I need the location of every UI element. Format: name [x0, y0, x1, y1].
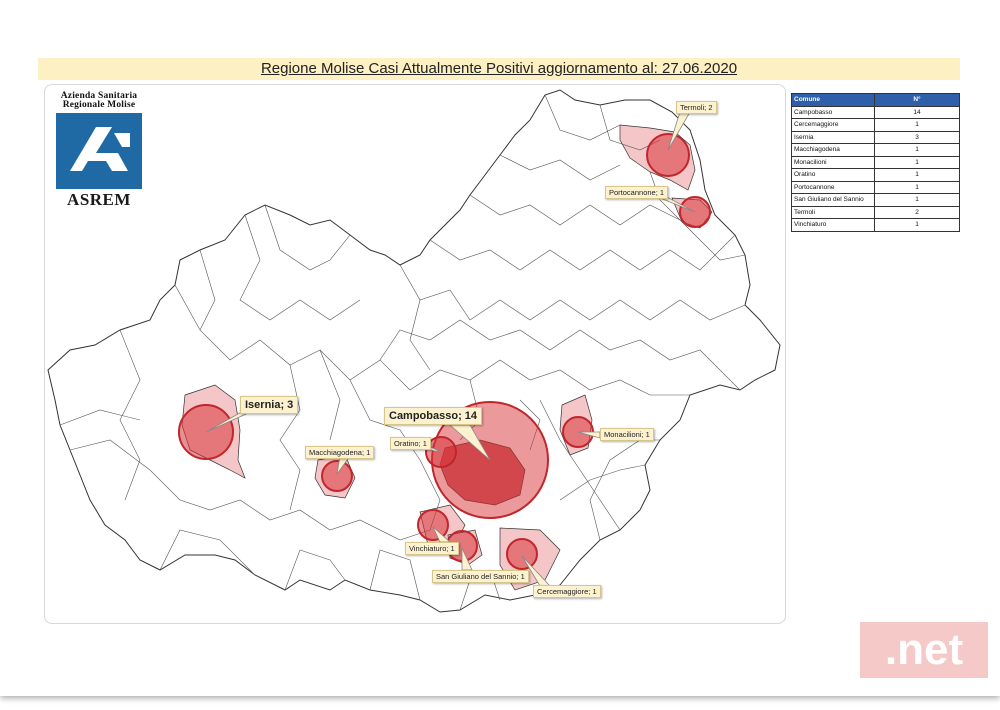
cell-n: 3	[874, 130, 960, 144]
callout-isernia: Isernia; 3	[240, 396, 299, 414]
table-row: Macchiagodena 1	[791, 143, 960, 157]
table-row: Vinchiaturo 1	[791, 218, 960, 232]
callout-termoli: Termoli; 2	[676, 101, 717, 114]
cases-table: Comune N° Campobasso 14 Cercemaggiore 1 Is…	[791, 93, 960, 232]
cell-comune: Termoli	[791, 205, 875, 219]
table-row: Termoli 2	[791, 205, 960, 219]
watermark: .net	[860, 622, 988, 678]
cell-comune: Monacilioni	[791, 155, 875, 169]
cell-n: 1	[874, 180, 960, 194]
header-comune: Comune	[791, 93, 875, 107]
table-row: Cercemaggiore 1	[791, 118, 960, 132]
cell-n: 1	[874, 168, 960, 182]
cell-n: 1	[874, 218, 960, 232]
logo-emblem	[56, 113, 142, 189]
bubble-termoli	[646, 133, 690, 177]
callout-oratino: Oratino; 1	[390, 437, 431, 450]
asrem-emblem-icon	[70, 127, 130, 171]
callout-campobasso: Campobasso; 14	[384, 407, 483, 425]
cell-n: 2	[874, 205, 960, 219]
cell-n: 1	[874, 193, 960, 207]
logo-acronym: ASREM	[67, 190, 131, 209]
cell-n: 1	[874, 118, 960, 132]
bubble-cercemaggiore	[506, 538, 538, 570]
table-row: Monacilioni 1	[791, 155, 960, 169]
table-header-row: Comune N°	[791, 93, 960, 107]
callout-san-giuliano: San Giuliano del Sannio; 1	[432, 570, 529, 583]
table-row: Oratino 1	[791, 168, 960, 182]
callout-cercemaggiore: Cercemaggiore; 1	[533, 585, 601, 598]
cell-n: 14	[874, 105, 960, 119]
asrem-logo: Azienda Sanitaria Regionale Molise ASREM	[54, 91, 144, 209]
bubble-vinchiaturo	[417, 509, 449, 541]
cell-comune: Portocannone	[791, 180, 875, 194]
cell-n: 1	[874, 143, 960, 157]
cell-comune: Oratino	[791, 168, 875, 182]
logo-line-2: Regionale Molise	[62, 100, 136, 110]
callout-portocannone: Portocannone; 1	[605, 186, 669, 199]
header-n: N°	[874, 93, 960, 107]
callout-monacilioni: Monacilioni; 1	[600, 428, 654, 441]
cell-comune: Isernia	[791, 130, 875, 144]
callout-vinchiaturo: Vinchiaturo; 1	[405, 542, 459, 555]
cell-comune: Cercemaggiore	[791, 118, 875, 132]
table-row: Portocannone 1	[791, 180, 960, 194]
table-row: San Giuliano del Sannio 1	[791, 193, 960, 207]
table-row: Campobasso 14	[791, 105, 960, 119]
cell-n: 1	[874, 155, 960, 169]
bubble-macchiagodena	[321, 460, 353, 492]
cell-comune: Macchiagodena	[791, 143, 875, 157]
cell-comune: San Giuliano del Sannio	[791, 193, 875, 207]
table-row: Isernia 3	[791, 130, 960, 144]
callout-macchiagodena: Macchiagodena; 1	[305, 446, 375, 459]
cell-comune: Campobasso	[791, 105, 875, 119]
cell-comune: Vinchiaturo	[791, 218, 875, 232]
